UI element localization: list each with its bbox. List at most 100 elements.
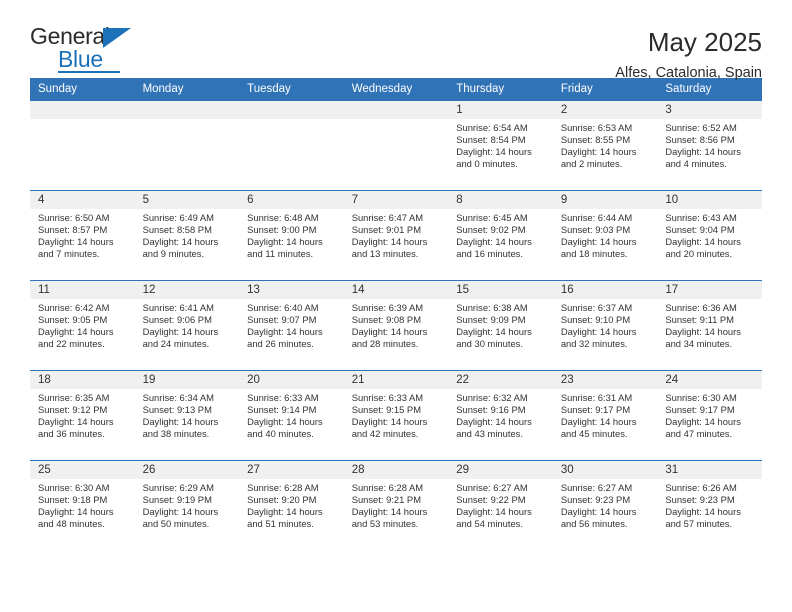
day-detail-daylight2: and 38 minutes. (142, 428, 210, 440)
day-number: 10 (657, 191, 762, 209)
day-detail-daylight1: Daylight: 14 hours (142, 416, 219, 428)
day-detail-sunrise: Sunrise: 6:34 AM (142, 392, 214, 403)
day-detail-sunset: Sunset: 9:00 PM (247, 224, 317, 236)
day-details: Sunrise: 6:29 AM Sunset: 9:19 PM Daylight:… (135, 479, 240, 530)
day-box: 20 Sunrise: 6:33 AM Sunset: 9:14 PM Dayligh… (239, 371, 344, 460)
day-detail-sunrise: Sunrise: 6:42 AM (38, 302, 110, 313)
day-box: 8 Sunrise: 6:45 AM Sunset: 9:02 PM Daylight… (448, 191, 553, 280)
calendar-day-cell[interactable]: 29 Sunrise: 6:27 AM Sunset: 9:22 PM Dayligh… (448, 460, 553, 551)
calendar-day-cell[interactable]: 28 Sunrise: 6:28 AM Sunset: 9:21 PM Dayligh… (343, 460, 449, 551)
day-detail-daylight2: and 43 minutes. (456, 428, 523, 440)
day-detail-daylight1: Daylight: 14 hours (38, 326, 114, 338)
day-detail-sunset: Sunset: 8:57 PM (38, 224, 108, 236)
calendar-day-cell[interactable]: 11 Sunrise: 6:42 AM Sunset: 9:05 PM Dayligh… (30, 280, 135, 371)
day-number: 26 (134, 461, 240, 479)
day-details: Sunrise: 6:30 AM Sunset: 9:18 PM Daylight:… (30, 479, 135, 530)
day-detail-daylight1: Daylight: 14 hours (142, 326, 219, 338)
day-box: 18 Sunrise: 6:35 AM Sunset: 9:12 PM Dayligh… (30, 371, 135, 460)
calendar-day-cell[interactable]: 10 Sunrise: 6:43 AM Sunset: 9:04 PM Dayligh… (657, 190, 762, 281)
calendar-day-cell[interactable]: 5 Sunrise: 6:49 AM Sunset: 8:58 PM Daylight… (134, 190, 240, 281)
calendar-day-cell[interactable]: 9 Sunrise: 6:44 AM Sunset: 9:03 PM Daylight… (552, 190, 658, 281)
day-details: Sunrise: 6:31 AM Sunset: 9:17 PM Daylight:… (553, 389, 658, 440)
day-detail-daylight1: Daylight: 14 hours (247, 236, 323, 248)
day-details: Sunrise: 6:28 AM Sunset: 9:21 PM Daylight:… (344, 479, 449, 530)
calendar-day-cell[interactable]: 8 Sunrise: 6:45 AM Sunset: 9:02 PM Daylight… (448, 190, 553, 281)
calendar-day-cell[interactable]: 1 Sunrise: 6:54 AM Sunset: 8:54 PM Daylight… (448, 100, 553, 191)
day-detail-sunrise: Sunrise: 6:29 AM (142, 482, 214, 493)
day-detail-sunset: Sunset: 9:18 PM (38, 494, 108, 506)
day-details: Sunrise: 6:36 AM Sunset: 9:11 PM Daylight:… (657, 299, 762, 350)
calendar-day-cell[interactable]: 27 Sunrise: 6:28 AM Sunset: 9:20 PM Dayligh… (239, 460, 344, 551)
day-details: Sunrise: 6:27 AM Sunset: 9:22 PM Daylight:… (448, 479, 553, 530)
day-detail-sunset: Sunset: 9:04 PM (665, 224, 735, 236)
day-box: 16 Sunrise: 6:37 AM Sunset: 9:10 PM Dayligh… (552, 281, 658, 370)
calendar-day-cell[interactable]: 20 Sunrise: 6:33 AM Sunset: 9:14 PM Dayligh… (239, 370, 344, 461)
calendar-day-cell[interactable]: 17 Sunrise: 6:36 AM Sunset: 9:11 PM Dayligh… (657, 280, 762, 371)
day-detail-daylight1: Daylight: 14 hours (456, 236, 532, 248)
day-box (343, 101, 449, 190)
day-detail-daylight1: Daylight: 14 hours (665, 506, 741, 518)
calendar-day-cell[interactable]: 24 Sunrise: 6:30 AM Sunset: 9:17 PM Dayligh… (657, 370, 762, 461)
day-box: 25 Sunrise: 6:30 AM Sunset: 9:18 PM Dayligh… (30, 461, 135, 550)
day-detail-daylight1: Daylight: 14 hours (351, 236, 428, 248)
calendar-day-cell[interactable]: 3 Sunrise: 6:52 AM Sunset: 8:56 PM Daylight… (657, 100, 762, 191)
calendar-day-cell[interactable]: 30 Sunrise: 6:27 AM Sunset: 9:23 PM Dayligh… (552, 460, 658, 551)
day-detail-sunset: Sunset: 9:05 PM (38, 314, 108, 326)
calendar-day-cell[interactable]: 23 Sunrise: 6:31 AM Sunset: 9:17 PM Dayligh… (552, 370, 658, 461)
day-detail-daylight2: and 20 minutes. (665, 248, 733, 260)
day-box: 6 Sunrise: 6:48 AM Sunset: 9:00 PM Daylight… (239, 191, 344, 280)
day-box: 31 Sunrise: 6:26 AM Sunset: 9:23 PM Dayligh… (657, 461, 762, 550)
calendar-day-cell[interactable]: 18 Sunrise: 6:35 AM Sunset: 9:12 PM Dayligh… (30, 370, 135, 461)
calendar-day-cell[interactable]: 4 Sunrise: 6:50 AM Sunset: 8:57 PM Daylight… (30, 190, 135, 281)
day-detail-daylight2: and 9 minutes. (142, 248, 205, 260)
day-details: Sunrise: 6:54 AM Sunset: 8:54 PM Daylight:… (448, 119, 553, 170)
day-number: 7 (343, 191, 449, 209)
calendar-day-cell[interactable]: 15 Sunrise: 6:38 AM Sunset: 9:09 PM Dayligh… (448, 280, 553, 371)
day-box: 10 Sunrise: 6:43 AM Sunset: 9:04 PM Dayligh… (657, 191, 762, 280)
day-detail-daylight1: Daylight: 14 hours (351, 416, 428, 428)
day-details: Sunrise: 6:33 AM Sunset: 9:15 PM Daylight:… (344, 389, 449, 440)
day-details: Sunrise: 6:35 AM Sunset: 9:12 PM Daylight:… (30, 389, 135, 440)
calendar-table: Sunday Monday Tuesday Wednesday Thursday… (30, 78, 762, 551)
day-number: 17 (657, 281, 762, 299)
calendar-day-cell[interactable]: 12 Sunrise: 6:41 AM Sunset: 9:06 PM Dayligh… (134, 280, 240, 371)
day-detail-daylight1: Daylight: 14 hours (247, 326, 323, 338)
day-detail-sunset: Sunset: 9:16 PM (456, 404, 526, 416)
calendar-day-cell[interactable]: 14 Sunrise: 6:39 AM Sunset: 9:08 PM Dayligh… (343, 280, 449, 371)
day-number: 30 (552, 461, 658, 479)
day-detail-daylight2: and 26 minutes. (247, 338, 314, 350)
calendar-day-cell[interactable]: 16 Sunrise: 6:37 AM Sunset: 9:10 PM Dayligh… (552, 280, 658, 371)
calendar-day-cell[interactable]: 26 Sunrise: 6:29 AM Sunset: 9:19 PM Dayligh… (134, 460, 240, 551)
page-subtitle: Alfes, Catalonia, Spain (615, 65, 762, 81)
day-detail-daylight1: Daylight: 14 hours (38, 416, 114, 428)
calendar-day-cell[interactable]: 19 Sunrise: 6:34 AM Sunset: 9:13 PM Dayligh… (134, 370, 240, 461)
calendar-day-cell[interactable]: 7 Sunrise: 6:47 AM Sunset: 9:01 PM Daylight… (343, 190, 449, 281)
day-detail-sunrise: Sunrise: 6:49 AM (142, 212, 214, 223)
day-detail-sunrise: Sunrise: 6:47 AM (351, 212, 424, 223)
day-detail-sunrise: Sunrise: 6:35 AM (38, 392, 110, 403)
calendar-day-cell-empty (239, 100, 344, 191)
calendar-day-cell[interactable]: 31 Sunrise: 6:26 AM Sunset: 9:23 PM Dayligh… (657, 460, 762, 551)
day-detail-sunset: Sunset: 9:07 PM (247, 314, 317, 326)
day-detail-daylight1: Daylight: 14 hours (456, 326, 532, 338)
day-box (30, 101, 135, 190)
day-detail-daylight2: and 47 minutes. (665, 428, 733, 440)
day-detail-daylight1: Daylight: 14 hours (560, 506, 637, 518)
day-box: 3 Sunrise: 6:52 AM Sunset: 8:56 PM Daylight… (657, 101, 762, 190)
day-detail-daylight2: and 50 minutes. (142, 518, 210, 530)
day-detail-sunrise: Sunrise: 6:53 AM (560, 122, 633, 133)
calendar-day-cell[interactable]: 25 Sunrise: 6:30 AM Sunset: 9:18 PM Dayligh… (30, 460, 135, 551)
day-detail-daylight1: Daylight: 14 hours (560, 236, 637, 248)
day-detail-sunrise: Sunrise: 6:27 AM (456, 482, 528, 493)
day-detail-sunset: Sunset: 8:54 PM (456, 134, 526, 146)
calendar-day-cell[interactable]: 22 Sunrise: 6:32 AM Sunset: 9:16 PM Dayligh… (448, 370, 553, 461)
calendar-day-cell[interactable]: 21 Sunrise: 6:33 AM Sunset: 9:15 PM Dayligh… (343, 370, 449, 461)
calendar-day-cell[interactable]: 2 Sunrise: 6:53 AM Sunset: 8:55 PM Daylight… (552, 100, 658, 191)
calendar-day-cell[interactable]: 6 Sunrise: 6:48 AM Sunset: 9:00 PM Daylight… (239, 190, 344, 281)
calendar-day-cell[interactable]: 13 Sunrise: 6:40 AM Sunset: 9:07 PM Dayligh… (239, 280, 344, 371)
day-detail-sunset: Sunset: 9:12 PM (38, 404, 108, 416)
day-details: Sunrise: 6:42 AM Sunset: 9:05 PM Daylight:… (30, 299, 135, 350)
logo-text-general: General (30, 23, 110, 49)
day-box: 26 Sunrise: 6:29 AM Sunset: 9:19 PM Dayligh… (134, 461, 240, 550)
day-detail-daylight2: and 16 minutes. (456, 248, 523, 260)
